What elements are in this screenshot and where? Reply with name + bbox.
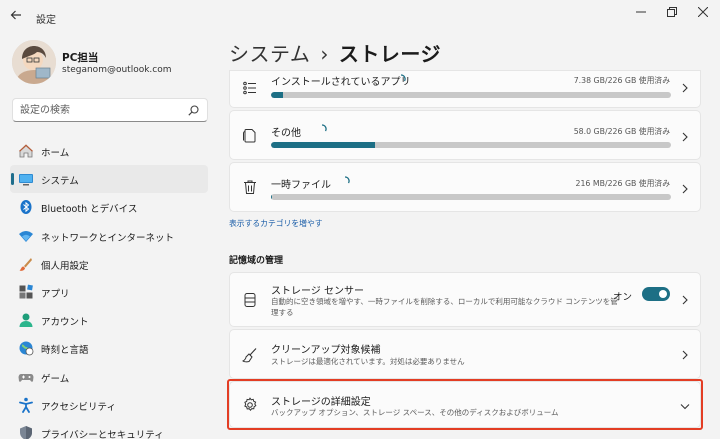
title-bar: 設定: [0, 0, 720, 34]
advanced-storage-title: ストレージの詳細設定: [271, 397, 371, 408]
sidebar-item-network[interactable]: ネットワークとインターネット: [10, 222, 208, 250]
sidebar-item-label: アプリ: [41, 288, 70, 300]
minimize-button[interactable]: [630, 4, 652, 20]
sidebar-item-label: ホーム: [41, 148, 70, 159]
user-profile[interactable]: PC担当 steganom@outlook.com: [12, 40, 212, 84]
brush-icon: [19, 257, 32, 271]
sidebar-item-label: アクセシビリティ: [41, 401, 116, 413]
loading-spinner-icon: [400, 74, 406, 82]
sidebar-item-apps[interactable]: アプリ: [10, 278, 208, 306]
breadcrumb-parent[interactable]: システム: [229, 42, 310, 66]
close-button[interactable]: [692, 4, 714, 20]
system-icon: [19, 174, 33, 186]
usage-bar: [271, 142, 671, 148]
breadcrumb: システム › ストレージ: [229, 38, 441, 67]
usage-bar-fill: [271, 92, 283, 98]
cleanup-description: ストレージは最適化されています。対処は必要ありません: [271, 357, 465, 366]
usage-bar-fill: [271, 142, 375, 148]
sidebar-item-gaming[interactable]: ゲーム: [10, 363, 208, 391]
sidebar-item-bluetooth[interactable]: Bluetooth とデバイス: [10, 193, 208, 221]
avatar: [12, 40, 56, 84]
drive-icon: [244, 293, 256, 307]
sidebar-item-label: ネットワークとインターネット: [41, 232, 175, 244]
shield-icon: [20, 425, 32, 439]
sidebar-item-label: システム: [41, 176, 79, 188]
bluetooth-icon: [20, 200, 32, 215]
storage-category-temp-files[interactable]: 一時ファイル 216 MB/226 GB 使用済み: [229, 162, 701, 212]
profile-name: PC担当: [62, 52, 99, 64]
restore-icon: [667, 7, 677, 17]
category-label: 一時ファイル: [271, 180, 331, 191]
storage-category-other[interactable]: その他 58.0 GB/226 GB 使用済み: [229, 110, 701, 160]
sidebar-item-system[interactable]: システム: [10, 165, 208, 194]
close-icon: [698, 7, 708, 17]
maximize-button[interactable]: [661, 4, 683, 20]
sidebar-item-accounts[interactable]: アカウント: [10, 306, 208, 334]
cleanup-title: クリーンアップ対象候補: [271, 345, 381, 356]
sidebar-item-label: 時刻と言語: [41, 345, 89, 357]
storage-sense-toggle[interactable]: [642, 287, 670, 301]
sidebar-item-label: ゲーム: [41, 373, 70, 385]
chevron-down-icon: [680, 404, 690, 410]
back-arrow-icon[interactable]: [10, 9, 26, 25]
trash-icon: [244, 180, 256, 194]
usage-bar: [271, 92, 671, 98]
broom-icon: [242, 348, 257, 363]
sidebar-item-label: プライバシーとセキュリティ: [41, 429, 164, 439]
storage-sense-title: ストレージ センサー: [271, 286, 364, 297]
category-size: 7.38 GB/226 GB 使用済み: [573, 76, 670, 85]
advanced-storage-settings-card[interactable]: ストレージの詳細設定 バックアップ オプション、ストレージ スペース、その他のデ…: [229, 381, 701, 428]
storage-category-installed-apps[interactable]: インストールされているアプリ 7.38 GB/226 GB 使用済み: [229, 70, 701, 108]
loading-spinner-icon: [321, 124, 327, 132]
sidebar-item-label: Bluetooth とデバイス: [41, 204, 138, 216]
gear-icon: [244, 397, 257, 411]
document-icon: [243, 129, 256, 143]
category-label: その他: [271, 128, 301, 139]
cleanup-recommendations-card[interactable]: クリーンアップ対象候補 ストレージは最適化されています。対処は必要ありません: [229, 329, 701, 379]
list-icon: [243, 81, 256, 95]
network-icon: [19, 230, 33, 242]
sidebar-item-privacy[interactable]: プライバシーとセキュリティ: [10, 419, 208, 439]
sidebar-item-time-language[interactable]: 時刻と言語: [10, 334, 208, 362]
section-heading-storage-management: 記憶域の管理: [229, 256, 284, 266]
usage-bar: [271, 194, 671, 200]
minimize-icon: [636, 11, 646, 13]
sidebar-item-label: アカウント: [41, 317, 89, 329]
page-title: ストレージ: [338, 42, 442, 66]
apps-icon: [19, 284, 33, 299]
accessibility-icon: [19, 397, 33, 413]
search-input[interactable]: [20, 103, 180, 118]
gamepad-icon: [18, 373, 34, 382]
account-icon: [19, 313, 33, 328]
category-label: インストールされているアプリ: [271, 77, 411, 88]
chevron-right-icon: [682, 184, 688, 194]
profile-email: steganom@outlook.com: [62, 65, 172, 75]
advanced-storage-description: バックアップ オプション、ストレージ スペース、その他のディスクおよびボリューム: [271, 408, 559, 417]
storage-sense-toggle-label: オン: [612, 292, 632, 303]
sidebar-item-personalization[interactable]: 個人用設定: [10, 250, 208, 278]
show-more-categories-link[interactable]: 表示するカテゴリを増やす: [229, 218, 323, 229]
search-icon: [188, 105, 199, 116]
sidebar-item-label: 個人用設定: [41, 260, 89, 272]
chevron-right-icon: [682, 83, 688, 93]
search-box[interactable]: [12, 98, 208, 122]
sidebar-item-home[interactable]: ホーム: [10, 137, 208, 165]
globe-icon: [19, 341, 34, 356]
home-icon: [19, 144, 33, 158]
chevron-right-icon: [682, 350, 688, 360]
chevron-right-icon: [682, 132, 688, 142]
sidebar-item-accessibility[interactable]: アクセシビリティ: [10, 391, 208, 419]
loading-spinner-icon: [344, 176, 350, 184]
category-size: 216 MB/226 GB 使用済み: [575, 179, 670, 188]
breadcrumb-separator: ›: [320, 42, 329, 66]
app-title: 設定: [36, 15, 56, 26]
chevron-right-icon: [682, 295, 688, 305]
storage-sense-description: 自動的に空き領域を増やす、一時ファイルを削除する、ローカルで利用可能なクラウド …: [271, 297, 618, 317]
storage-sense-card[interactable]: ストレージ センサー 自動的に空き領域を増やす、一時ファイルを削除する、ローカル…: [229, 272, 701, 327]
sidebar-nav: ホーム システム Bluetooth とデバイス ネットワークとインターネット …: [10, 137, 208, 439]
category-size: 58.0 GB/226 GB 使用済み: [573, 127, 670, 136]
